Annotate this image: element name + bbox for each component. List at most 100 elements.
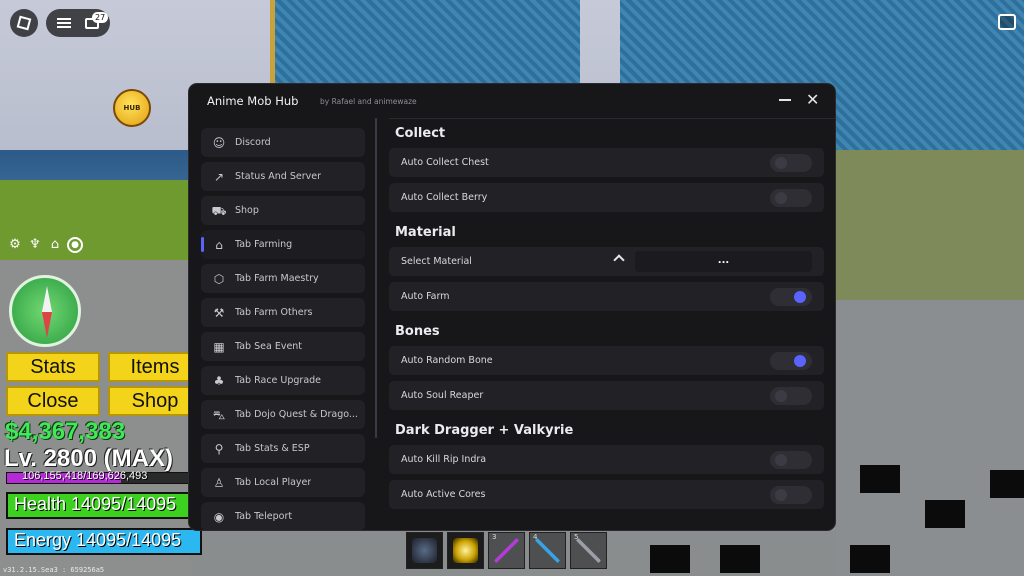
floor-tile [990,470,1024,498]
discord-icon: ☺ [212,135,226,150]
close-icon[interactable]: ✕ [806,90,819,110]
hub-window: Anime Mob Hub by Rafael and animewaze ✕ … [189,84,835,530]
plant-icon: ♣ [213,373,225,388]
toggle-row-auto-kill-rip-indra[interactable]: Auto Kill Rip Indra [389,445,824,474]
sidebar-item-label: Tab Stats & ESP [235,443,310,454]
stats-button[interactable]: Stats [6,352,100,382]
sidebar-item-label: Tab Farm Maestry [235,273,319,284]
sidebar-item-label: Shop [235,205,259,216]
xp-text: 106,155,418/169,626,493 [22,470,148,482]
toggle-row-auto-active-cores[interactable]: Auto Active Cores [389,480,824,509]
crew-icon[interactable]: ♆ [27,237,43,253]
toggle-switch[interactable] [770,288,812,306]
toggle-switch[interactable] [770,154,812,172]
sidebar-item-label: Tab Farming [235,239,293,250]
energy-text: Energy 14095/14095 [14,530,182,550]
items-button[interactable]: Items [108,352,202,382]
toggle-row-auto-collect-berry[interactable]: Auto Collect Berry [389,183,824,212]
sidebar-item-status-and-server[interactable]: ↗ Status And Server [201,162,365,191]
toggle-row-auto-collect-chest[interactable]: Auto Collect Chest [389,148,824,177]
sidebar-item-label: Tab Teleport [235,511,293,522]
row-label: Auto Collect Chest [401,157,489,168]
sword-icon [535,538,560,563]
toggle-knob [775,489,787,501]
leaderboard-icon[interactable] [998,14,1016,30]
lightning-icon [453,538,478,563]
sidebar-item-tab-local-player[interactable]: ♙ Tab Local Player [201,468,365,497]
cart-icon: ⛟ [211,203,227,218]
toggle-row-auto-soul-reaper[interactable]: Auto Soul Reaper [389,381,824,410]
map-pin-icon: ⚲ [214,441,224,456]
hotbar-slot-2[interactable] [447,532,484,569]
sidebar-item-tab-farming[interactable]: ⌂ Tab Farming [201,230,365,259]
compass-needle-south [42,312,52,338]
toggle-switch[interactable] [770,387,812,405]
sidebar-item-label: Discord [235,137,271,148]
sidebar-item-tab-stats-esp[interactable]: ⚲ Tab Stats & ESP [201,434,365,463]
shop-button[interactable]: Shop [108,386,202,416]
content-scrollbar[interactable] [375,118,377,438]
toggle-knob [775,454,787,466]
sidebar-item-tab-teleport[interactable]: ◉ Tab Teleport [201,502,365,530]
close-button[interactable]: Close [6,386,100,416]
row-label: Auto Farm [401,291,450,302]
sidebar-item-label: Tab Sea Event [235,341,303,352]
toggle-row-auto-random-bone[interactable]: Auto Random Bone [389,346,824,375]
chevron-up-icon[interactable] [613,254,625,266]
tool-icon: ⚒ [213,305,225,320]
money-counter: $4,367,383 [5,418,126,445]
blue-rock-wall [270,0,580,85]
sidebar-item-label: Tab Farm Others [235,307,313,318]
section-title-material: Material [395,225,456,240]
row-label: Select Material [401,256,472,267]
roblox-icon [16,15,32,31]
minimize-button[interactable] [779,99,791,101]
sidebar-item-tab-farm-maestry[interactable]: ⬡ Tab Farm Maestry [201,264,365,293]
sidebar-item-discord[interactable]: ☺ Discord [201,128,365,157]
floor-tile [860,465,900,493]
sword-icon [576,538,601,563]
material-select-value[interactable]: ... [635,251,812,272]
hotbar-slot-1[interactable] [406,532,443,569]
calendar-icon: ▦ [213,339,225,354]
dropdown-select-material[interactable]: Select Material ... [389,247,824,276]
toggle-row-auto-farm[interactable]: Auto Farm [389,282,824,311]
home-icon[interactable]: ⌂ [47,237,63,253]
toggle-switch[interactable] [770,352,812,370]
dragon-icon [412,538,437,563]
hotbar-slot-5[interactable]: 5 [570,532,607,569]
sidebar-item-tab-farm-others[interactable]: ⚒ Tab Farm Others [201,298,365,327]
row-label: Auto Random Bone [401,355,493,366]
profile-icon[interactable]: ● [67,237,83,253]
person-icon: ♙ [213,475,225,490]
toggle-switch[interactable] [770,451,812,469]
hotbar-slot-4[interactable]: 4 [529,532,566,569]
floor-tile [720,545,760,573]
hub-mascot-button[interactable]: HUB [113,89,151,127]
health-text: Health 14095/14095 [14,494,177,514]
row-label: Auto Kill Rip Indra [401,454,487,465]
car-icon: ⛍ [212,407,226,422]
toggle-switch[interactable] [770,486,812,504]
sidebar-item-tab-race-upgrade[interactable]: ♣ Tab Race Upgrade [201,366,365,395]
hamburger-icon [57,18,71,28]
tab-content: Collect Auto Collect Chest Auto Collect … [389,119,824,515]
home-icon: ⌂ [215,237,223,252]
toggle-knob [775,192,787,204]
toggle-knob [775,157,787,169]
hub-title: Anime Mob Hub [207,94,299,108]
sidebar-item-tab-dojo-quest[interactable]: ⛍ Tab Dojo Quest & Drago... [201,400,365,429]
sidebar-item-shop[interactable]: ⛟ Shop [201,196,365,225]
roblox-logo-button[interactable] [10,9,38,37]
hotbar-slot-3[interactable]: 3 [488,532,525,569]
gear-icon[interactable]: ⚙ [7,237,23,253]
compass[interactable] [9,275,81,347]
cube-icon: ⬡ [213,271,225,286]
sidebar-item-tab-sea-event[interactable]: ▦ Tab Sea Event [201,332,365,361]
row-label: Auto Collect Berry [401,192,488,203]
sidebar-item-label: Tab Race Upgrade [235,375,322,386]
toggle-switch[interactable] [770,189,812,207]
sidebar: ☺ Discord ↗ Status And Server ⛟ Shop ⌂ T… [201,128,365,530]
location-icon: ◉ [213,509,225,524]
level-label: Lv. 2800 (MAX) [4,445,173,472]
